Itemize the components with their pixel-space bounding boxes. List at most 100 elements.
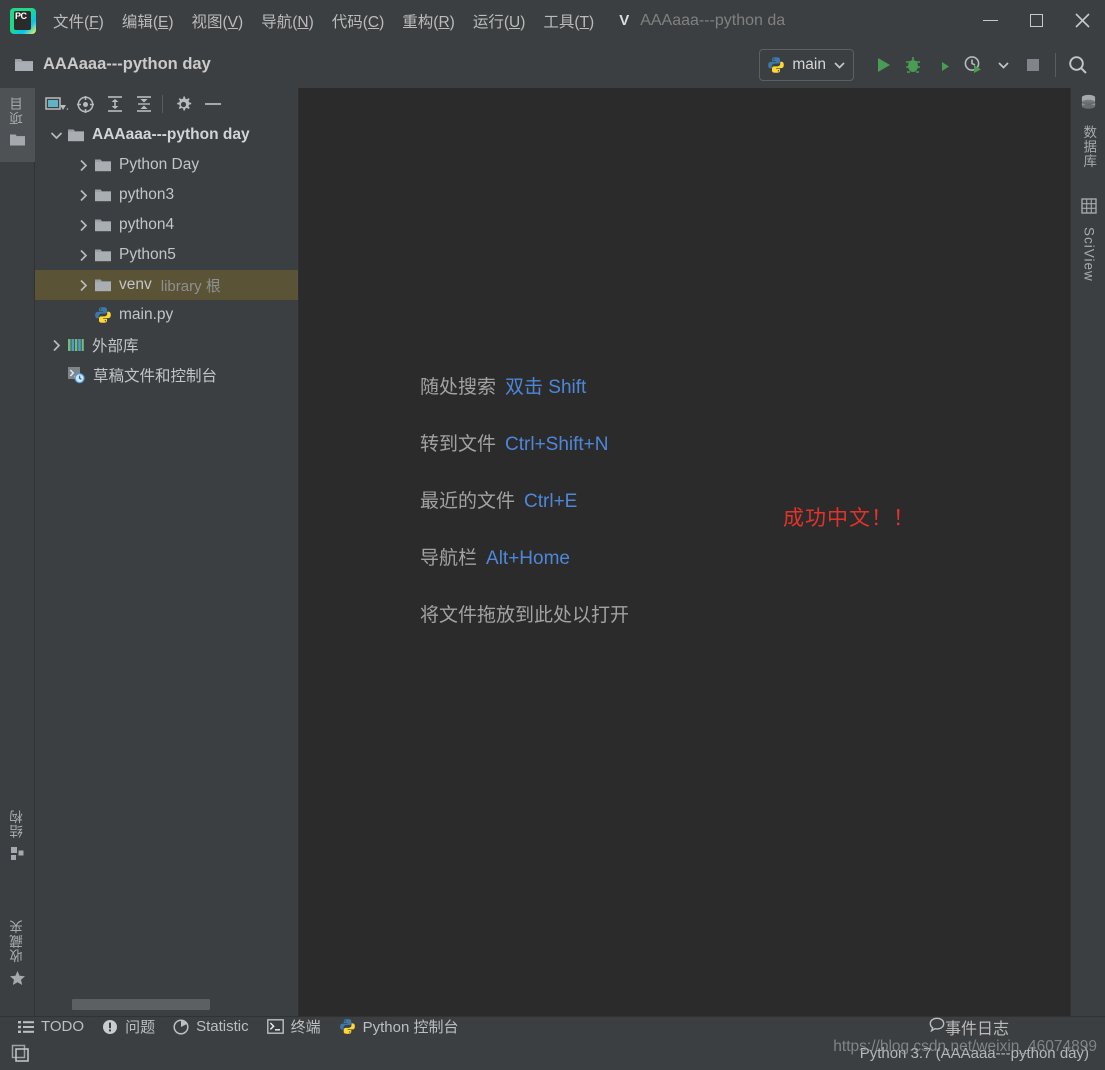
sidebar-item-project[interactable]: 项目 <box>0 88 35 162</box>
menu-item-1[interactable]: 文件(F) <box>44 6 113 36</box>
tree-node-toggle[interactable] <box>72 219 94 232</box>
run-coverage-button[interactable] <box>928 48 958 82</box>
maximize-button[interactable] <box>1013 0 1059 41</box>
editor-hint-3: 最近的文件 Ctrl+E <box>420 486 629 513</box>
scratch-icon <box>68 367 85 384</box>
layout-toggle-icon[interactable] <box>10 1043 30 1063</box>
todo-list-icon <box>18 1020 34 1034</box>
tree-node-toggle[interactable] <box>72 249 94 262</box>
view-selector-icon[interactable] <box>42 90 71 118</box>
tree-node-toggle[interactable] <box>72 159 94 172</box>
settings-gear-icon[interactable] <box>169 90 198 118</box>
tree-node-label: python4 <box>119 216 175 233</box>
tree-node-toggle[interactable] <box>45 131 67 140</box>
tree-node-label: AAAaaa---python day <box>92 126 250 143</box>
folder-icon <box>95 219 111 231</box>
chevron-right-icon <box>52 339 60 351</box>
editor-empty-area[interactable]: 随处搜索 双击 Shift 转到文件 Ctrl+Shift+N 最近的文件 Ctrl+E 导… <box>299 88 1070 1016</box>
menu-item-4[interactable]: 导航(N) <box>252 6 323 36</box>
editor-hint-action: 最近的文件 <box>420 491 516 512</box>
search-everywhere-button[interactable] <box>1063 48 1093 82</box>
editor-hint-5: 将文件拖放到此处以打开 <box>420 600 629 627</box>
close-button[interactable] <box>1059 0 1105 41</box>
hide-panel-icon[interactable] <box>198 90 227 118</box>
window-controls <box>967 0 1105 41</box>
window-title: AAAaaa---python da <box>640 11 786 29</box>
collapse-all-icon[interactable] <box>129 90 158 118</box>
editor-hint-shortcut: 双击 Shift <box>505 377 587 398</box>
sidebar-item-database-label: 数据库 <box>1081 125 1097 169</box>
minimize-button[interactable] <box>967 0 1013 41</box>
event-log-button[interactable]: 事件日志 <box>929 1015 1009 1039</box>
chevron-right-icon <box>79 189 87 201</box>
sidebar-item-project-label: 项目 <box>9 96 25 125</box>
tree-node-label: 草稿文件和控制台 <box>93 368 218 385</box>
editor-hint-shortcut: Ctrl+Shift+N <box>505 434 609 455</box>
toolwindow-button-2[interactable]: 问题 <box>102 1016 155 1037</box>
sidebar-item-structure[interactable]: 结构 <box>0 809 35 866</box>
tree-node-4[interactable]: python4 <box>35 210 298 240</box>
stop-button[interactable] <box>1018 48 1048 82</box>
sidebar-item-favorites[interactable]: 收藏夹 <box>0 919 35 992</box>
menu-item-5[interactable]: 代码(C) <box>323 6 394 36</box>
folder-icon <box>95 159 111 171</box>
menu-item-7[interactable]: 运行(U) <box>464 6 535 36</box>
menu-item-8[interactable]: 工具(T) <box>534 6 603 36</box>
toolwindow-button-5[interactable]: Python 控制台 <box>339 1016 459 1037</box>
toolwindow-button-3[interactable]: Statistic <box>173 1018 249 1035</box>
tree-node-9[interactable]: 草稿文件和控制台 <box>35 360 298 390</box>
locate-target-icon[interactable] <box>71 90 100 118</box>
menu-item-6[interactable]: 重构(R) <box>393 6 464 36</box>
tree-node-icon <box>67 128 85 143</box>
sidebar-item-database[interactable]: 数据库 <box>1071 94 1105 169</box>
sidebar-item-sciview-label: SciView <box>1081 227 1097 282</box>
tree-node-icon <box>94 188 112 203</box>
folder-icon <box>95 189 111 201</box>
menu-item-2[interactable]: 编辑(E) <box>113 6 183 36</box>
terminal-icon <box>266 1019 284 1034</box>
profile-dropdown-button[interactable] <box>988 48 1018 82</box>
tree-node-6[interactable]: venv library 根 <box>35 270 298 300</box>
tree-node-5[interactable]: Python5 <box>35 240 298 270</box>
star-icon <box>9 970 26 991</box>
tree-node-1[interactable]: AAAaaa---python day <box>35 120 298 150</box>
editor-hint-action: 转到文件 <box>420 434 497 455</box>
expand-all-icon[interactable] <box>100 90 129 118</box>
tree-node-8[interactable]: 外部库 <box>35 330 298 360</box>
tree-node-7[interactable]: main.py <box>35 300 298 330</box>
database-icon <box>1080 94 1097 117</box>
toolwindow-button-label: Python 控制台 <box>362 1019 459 1036</box>
python-icon <box>768 56 785 73</box>
project-tool-window: AAAaaa---python day Python Day python3 pyth… <box>35 88 299 1016</box>
toolwindow-button-1[interactable]: TODO <box>18 1018 84 1035</box>
run-button[interactable] <box>868 48 898 82</box>
toolwindow-button-label: 问题 <box>125 1019 156 1036</box>
tree-node-sublabel: library 根 <box>160 277 221 295</box>
tree-node-icon <box>94 278 112 293</box>
toolbar-divider <box>1055 52 1056 77</box>
python-icon <box>339 1018 356 1035</box>
toolbar-right-group: main <box>759 41 1105 88</box>
csdn-watermark: https://blog.csdn.net/weixin_46074899 <box>833 1038 1097 1055</box>
project-icon <box>9 133 26 152</box>
sidebar-item-sciview[interactable]: SciView <box>1071 198 1105 282</box>
project-tree-hscrollbar[interactable] <box>35 999 298 1010</box>
tree-node-label: Python Day <box>119 156 200 173</box>
tree-node-toggle[interactable] <box>72 279 94 292</box>
tree-node-toggle[interactable] <box>72 189 94 202</box>
run-configuration-selector[interactable]: main <box>759 48 854 81</box>
tree-node-toggle[interactable] <box>45 339 67 352</box>
sidebar-item-structure-label: 结构 <box>9 809 25 838</box>
tree-node-3[interactable]: python3 <box>35 180 298 210</box>
debug-button[interactable] <box>898 48 928 82</box>
project-tree[interactable]: AAAaaa---python day Python Day python3 pyth… <box>35 120 298 994</box>
editor-vertical-scrollbar[interactable] <box>1058 88 1070 1016</box>
tree-node-2[interactable]: Python Day <box>35 150 298 180</box>
project-folder-icon <box>14 57 34 73</box>
profile-button[interactable] <box>958 48 988 82</box>
editor-hint-action: 随处搜索 <box>420 377 497 398</box>
vcs-indicator: V <box>619 12 630 29</box>
menu-item-3[interactable]: 视图(V) <box>183 6 253 36</box>
chevron-right-icon <box>79 219 87 231</box>
toolwindow-button-4[interactable]: 终端 <box>266 1016 321 1037</box>
